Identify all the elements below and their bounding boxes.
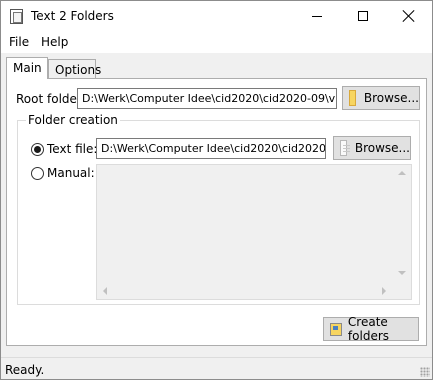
title-bar[interactable]: Text 2 Folders [1,1,432,31]
status-text: Ready. [5,363,45,377]
create-folders-label: Create folders [347,315,390,343]
browse-text-file-button[interactable]: Browse... [333,136,411,160]
app-window: Text 2 Folders File Help Main Options Ro… [0,0,433,380]
manual-textarea[interactable] [96,164,412,300]
text-file-input[interactable]: D:\Werk\Computer Idee\cid2020\cid2020-09… [96,138,326,159]
close-icon [403,10,415,22]
root-folder-label: Root folder: [16,92,86,106]
menu-bar: File Help [1,31,432,53]
menu-file[interactable]: File [9,35,29,49]
folder-creation-group: Folder creation Text file: D:\Werk\Compu… [17,113,420,305]
text-file-icon [340,140,350,156]
root-folder-input[interactable]: D:\Werk\Computer Idee\cid2020\cid2020-09… [77,88,337,109]
text-file-label[interactable]: Text file: [47,142,97,156]
main-tab-panel: Root folder: D:\Werk\Computer Idee\cid20… [6,78,427,346]
document-icon [10,9,23,24]
minimize-button[interactable] [294,1,340,31]
manual-label[interactable]: Manual: [47,166,95,180]
folder-icon [349,90,356,106]
manual-radio[interactable] [31,167,44,180]
window-title: Text 2 Folders [31,9,114,23]
tab-options[interactable]: Options [48,59,101,79]
create-folders-icon [330,322,342,336]
create-folders-button[interactable]: Create folders [323,315,419,343]
minimize-icon [312,15,322,17]
text-file-radio[interactable] [31,143,44,156]
scroll-down-icon[interactable] [398,271,406,275]
scroll-right-icon[interactable] [382,287,386,295]
vertical-scrollbar[interactable] [394,165,411,284]
menu-help[interactable]: Help [41,35,68,49]
scrollbar-corner [394,282,411,299]
status-bar: Ready. [1,357,432,379]
scroll-left-icon[interactable] [103,287,107,295]
folder-creation-title: Folder creation [26,113,120,127]
browse-root-label: Browse... [363,91,419,105]
browse-text-label: Browse... [354,141,410,155]
tab-main[interactable]: Main [6,57,48,79]
maximize-icon [358,11,368,21]
maximize-button[interactable] [340,1,386,31]
horizontal-scrollbar[interactable] [97,282,394,299]
scroll-up-icon[interactable] [398,171,406,175]
resize-grip-icon[interactable] [420,367,430,377]
close-button[interactable] [386,1,432,31]
browse-root-folder-button[interactable]: Browse... [342,86,420,110]
